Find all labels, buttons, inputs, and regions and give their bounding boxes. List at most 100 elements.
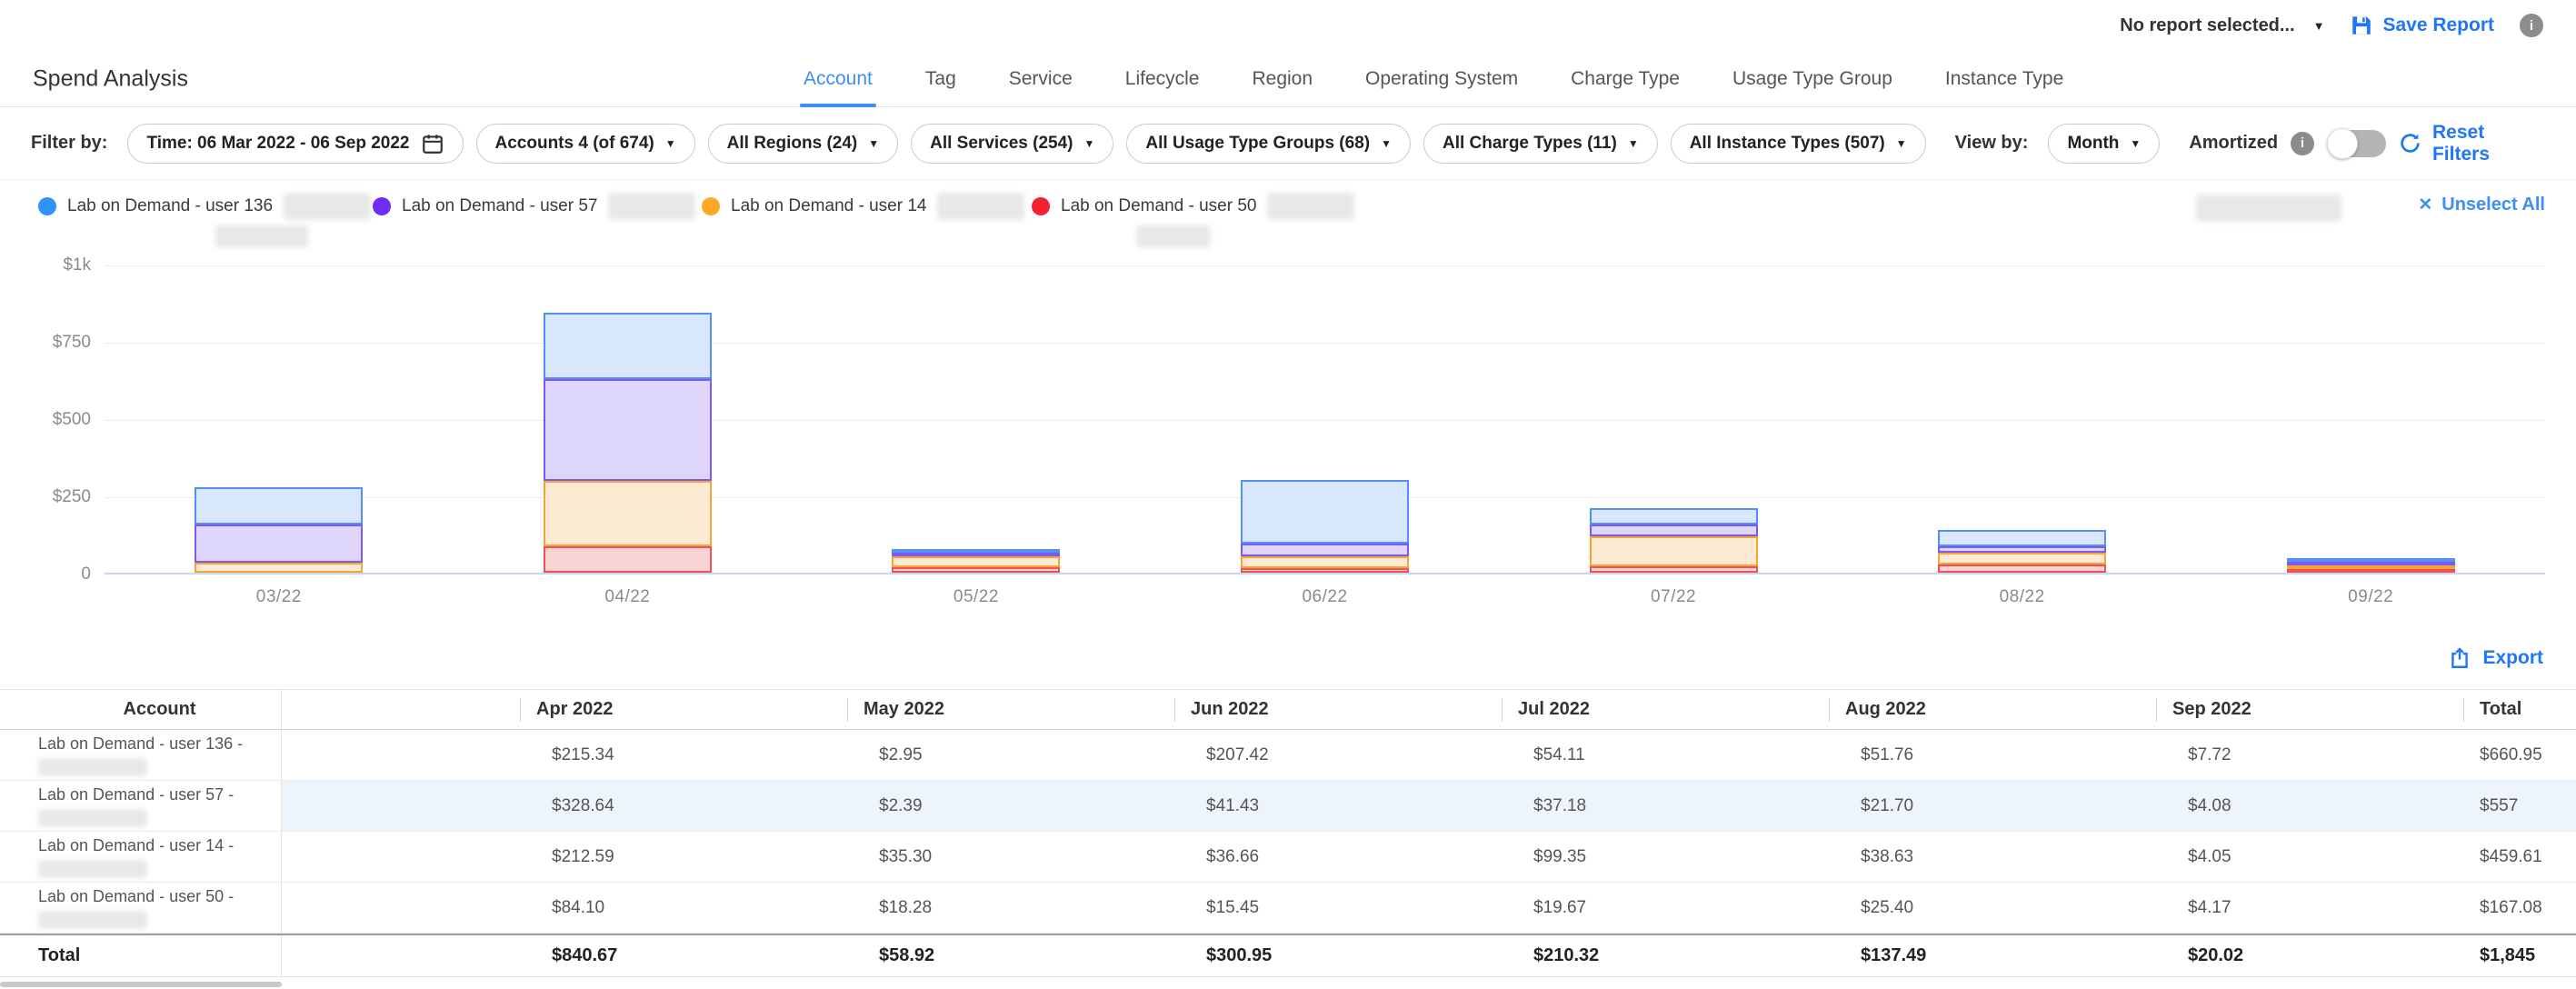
redacted-text bbox=[215, 225, 308, 247]
total-cell-value: $58.92 bbox=[827, 935, 1154, 976]
filter-pill-label: Accounts 4 (of 674) bbox=[495, 134, 654, 154]
page-title: Spend Analysis bbox=[33, 65, 188, 92]
bar-segment bbox=[544, 546, 712, 573]
view-by-select[interactable]: Month ▼ bbox=[2048, 124, 2160, 164]
stacked-bar-09-22[interactable] bbox=[2287, 558, 2455, 573]
redacted-text bbox=[38, 809, 147, 827]
tab-usage-type-group[interactable]: Usage Type Group bbox=[1729, 51, 1896, 106]
horizontal-scrollbar[interactable] bbox=[0, 982, 282, 987]
caret-down-icon: ▼ bbox=[1381, 137, 1392, 150]
stacked-bar-08-22[interactable] bbox=[1938, 530, 2106, 573]
export-button[interactable]: Export bbox=[2448, 639, 2543, 677]
tab-lifecycle[interactable]: Lifecycle bbox=[1122, 51, 1203, 106]
bar-segment bbox=[2287, 569, 2455, 573]
filter-pill-label: All Usage Type Groups (68) bbox=[1145, 134, 1370, 154]
save-report-button[interactable]: Save Report bbox=[2350, 14, 2494, 37]
info-icon[interactable]: i bbox=[2291, 132, 2314, 155]
column-header-total: Total bbox=[2463, 690, 2576, 729]
column-header-account: Account bbox=[0, 690, 282, 729]
cell-value: $18.28 bbox=[827, 883, 1154, 933]
calendar-icon bbox=[421, 132, 444, 155]
bar-segment bbox=[1938, 530, 2106, 546]
cell-value: $19.67 bbox=[1482, 883, 1809, 933]
filter-pill-time[interactable]: Time: 06 Mar 2022 - 06 Sep 2022 bbox=[127, 124, 463, 164]
tab-account[interactable]: Account bbox=[800, 51, 876, 106]
caret-down-icon: ▼ bbox=[868, 137, 879, 150]
info-glyph: i bbox=[2530, 18, 2533, 34]
report-selector[interactable]: No report selected... ▼ bbox=[2120, 15, 2324, 36]
chart-legend: ✕ Unselect All Lab on Demand - user 136 L… bbox=[0, 180, 2576, 255]
filter-pill-all-services-254-[interactable]: All Services (254)▼ bbox=[911, 124, 1113, 164]
column-header-may-2022: May 2022 bbox=[827, 690, 1154, 729]
stacked-bar-03-22[interactable] bbox=[195, 487, 363, 573]
grand-total-value: $1,845 bbox=[2463, 935, 2576, 976]
bar-segment bbox=[195, 487, 363, 524]
legend-item-lab-on-demand-user-57[interactable]: Lab on Demand - user 57 bbox=[373, 193, 695, 220]
cell-value: $38.63 bbox=[1809, 832, 2136, 882]
tab-operating-system[interactable]: Operating System bbox=[1362, 51, 1522, 106]
cell-value: $4.17 bbox=[2136, 883, 2463, 933]
y-axis-tick: $500 bbox=[53, 410, 91, 430]
view-by-label: View by: bbox=[1955, 133, 2029, 154]
table-header-row: AccountApr 2022May 2022Jun 2022Jul 2022A… bbox=[0, 690, 2576, 730]
bar-segment bbox=[1590, 508, 1758, 524]
export-icon bbox=[2448, 646, 2471, 670]
tab-charge-type[interactable]: Charge Type bbox=[1567, 51, 1683, 106]
amortized-toggle[interactable] bbox=[2329, 130, 2386, 157]
report-selector-label: No report selected... bbox=[2120, 15, 2294, 36]
y-axis-tick: $750 bbox=[53, 333, 91, 353]
filter-pill-all-charge-types-11-[interactable]: All Charge Types (11)▼ bbox=[1423, 124, 1658, 164]
total-cell-value: $300.95 bbox=[1154, 935, 1482, 976]
legend-item-lab-on-demand-user-136[interactable]: Lab on Demand - user 136 bbox=[38, 193, 371, 220]
redacted-text bbox=[608, 193, 695, 220]
reset-filters-label: Reset Filters bbox=[2432, 122, 2545, 165]
refresh-icon bbox=[2399, 132, 2421, 155]
table-row[interactable]: Lab on Demand - user 14 -$212.59$35.30$3… bbox=[0, 832, 2576, 883]
column-header-sep-2022: Sep 2022 bbox=[2136, 690, 2463, 729]
info-glyph: i bbox=[2301, 135, 2304, 151]
cell-value: $215.34 bbox=[500, 730, 827, 780]
tab-region[interactable]: Region bbox=[1248, 51, 1316, 106]
cell-value: $36.66 bbox=[1154, 832, 1482, 882]
redacted-text bbox=[1267, 193, 1354, 220]
x-axis: 03/2204/2205/2206/2207/2208/2209/22 bbox=[105, 587, 2545, 614]
table-row[interactable]: Lab on Demand - user 57 -$328.64$2.39$41… bbox=[0, 781, 2576, 832]
x-axis-label: 07/22 bbox=[1651, 587, 1696, 607]
tab-instance-type[interactable]: Instance Type bbox=[1942, 51, 2067, 106]
filter-pill-label: All Services (254) bbox=[930, 134, 1073, 154]
header-spacer bbox=[282, 690, 500, 729]
series-color-dot bbox=[373, 197, 391, 215]
caret-down-icon: ▼ bbox=[1628, 137, 1639, 150]
info-icon[interactable]: i bbox=[2520, 14, 2543, 37]
redacted-text bbox=[937, 193, 1024, 220]
filter-pill-accounts-4-of-674-[interactable]: Accounts 4 (of 674)▼ bbox=[476, 124, 695, 164]
legend-item-lab-on-demand-user-50[interactable]: Lab on Demand - user 50 bbox=[1032, 193, 1354, 220]
filter-pill-all-regions-24-[interactable]: All Regions (24)▼ bbox=[708, 124, 898, 164]
tab-service[interactable]: Service bbox=[1005, 51, 1076, 106]
row-spacer bbox=[282, 883, 500, 933]
table-row[interactable]: Lab on Demand - user 50 -$84.10$18.28$15… bbox=[0, 883, 2576, 934]
x-axis-label: 06/22 bbox=[1302, 587, 1347, 607]
reset-filters-button[interactable]: Reset Filters bbox=[2399, 122, 2545, 165]
bar-segment bbox=[195, 524, 363, 562]
total-cell-value: $20.02 bbox=[2136, 935, 2463, 976]
filter-pill-all-usage-type-groups-68-[interactable]: All Usage Type Groups (68) ▼ bbox=[1126, 124, 1411, 164]
stacked-bar-04-22[interactable] bbox=[544, 313, 712, 573]
unselect-all-button[interactable]: ✕ Unselect All bbox=[2418, 195, 2545, 215]
table-row[interactable]: Lab on Demand - user 136 -$215.34$2.95$2… bbox=[0, 730, 2576, 781]
legend-label: Lab on Demand - user 136 bbox=[67, 196, 273, 216]
x-axis-label: 04/22 bbox=[604, 587, 650, 607]
filter-pill-all-instance-types-507-[interactable]: All Instance Types (507)▼ bbox=[1671, 124, 1926, 164]
gridline bbox=[105, 265, 2545, 266]
save-icon bbox=[2350, 14, 2373, 37]
stacked-bar-06-22[interactable] bbox=[1241, 480, 1409, 573]
stacked-bar-07-22[interactable] bbox=[1590, 508, 1758, 573]
tab-tag[interactable]: Tag bbox=[922, 51, 960, 106]
redacted-text bbox=[2196, 195, 2341, 222]
stacked-bar-05-22[interactable] bbox=[892, 549, 1060, 573]
total-cell-value: $137.49 bbox=[1809, 935, 2136, 976]
bar-segment bbox=[195, 563, 363, 573]
filter-bar: Filter by: Time: 06 Mar 2022 - 06 Sep 20… bbox=[0, 107, 2576, 180]
legend-item-lab-on-demand-user-14[interactable]: Lab on Demand - user 14 bbox=[702, 193, 1024, 220]
unselect-all-label: Unselect All bbox=[2441, 195, 2545, 215]
